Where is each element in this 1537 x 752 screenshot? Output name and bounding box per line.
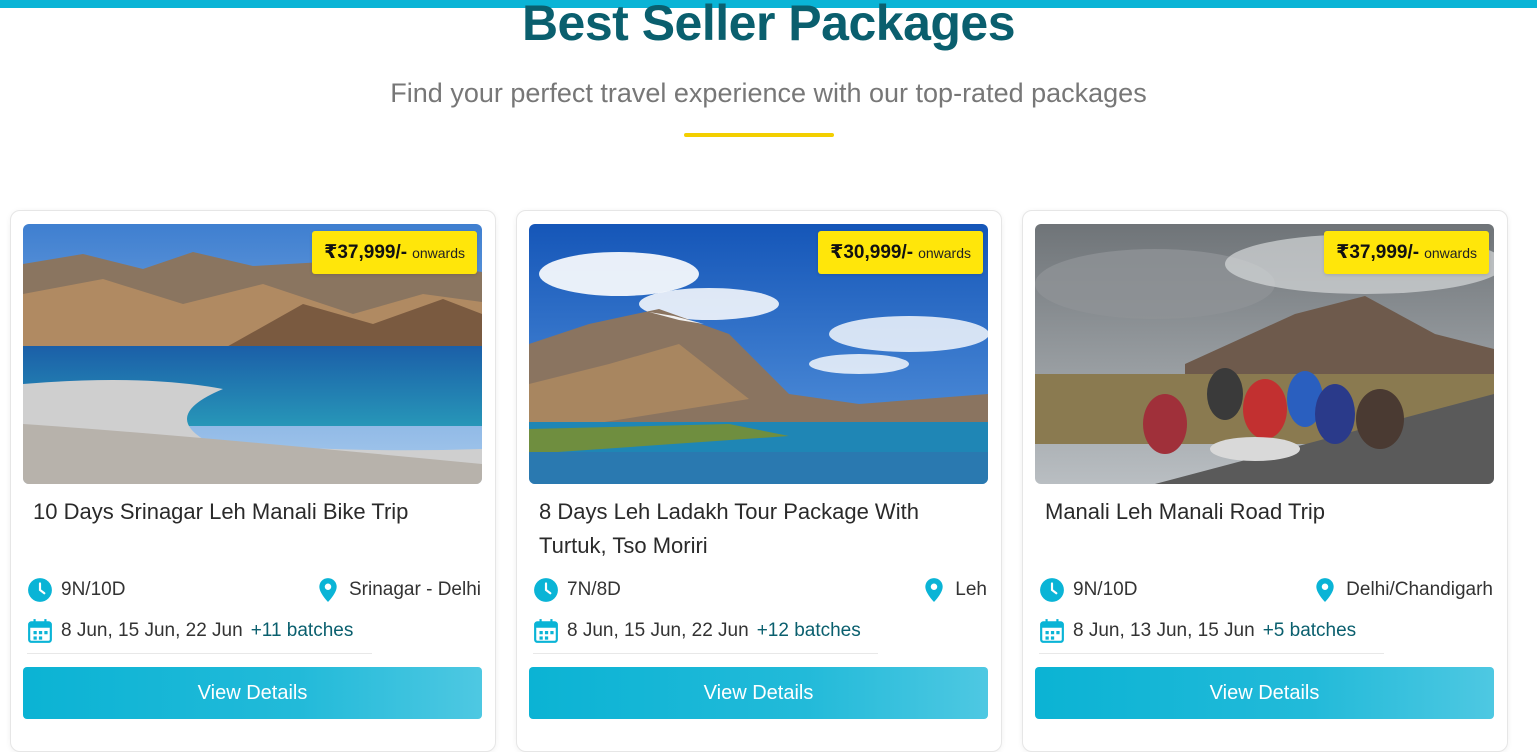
batches-link[interactable]: +5 batches — [1263, 620, 1357, 642]
view-details-button[interactable]: View Details — [1035, 667, 1494, 719]
batches-link[interactable]: +11 batches — [251, 620, 354, 642]
dates-text: 8 Jun, 15 Jun, 22 Jun — [567, 620, 749, 641]
price-badge: ₹37,999/- onwards — [1324, 231, 1489, 274]
duration: 7N/8D — [533, 577, 621, 603]
location: Delhi/Chandigarh — [1312, 577, 1493, 603]
price-amount: ₹37,999/- — [1336, 242, 1420, 263]
duration-text: 9N/10D — [61, 579, 126, 600]
section-heading: Best Seller Packages — [521, 0, 1016, 51]
package-image[interactable]: ₹37,999/- onwards — [23, 224, 482, 484]
clock-icon — [533, 577, 559, 603]
price-suffix: onwards — [918, 244, 971, 261]
package-title[interactable]: 10 Days Srinagar Leh Manali Bike Trip — [33, 495, 463, 529]
duration-text: 7N/8D — [567, 579, 621, 600]
calendar-icon — [27, 618, 53, 644]
calendar-icon — [533, 618, 559, 644]
location: Leh — [921, 577, 987, 603]
duration-text: 9N/10D — [1073, 579, 1138, 600]
heading-underline — [684, 133, 834, 137]
meta-row: 9N/10D Srinagar - Delhi — [27, 575, 481, 605]
dates-row: 8 Jun, 15 Jun, 22 Jun +12 batches — [533, 616, 861, 646]
divider — [27, 653, 372, 654]
package-image[interactable]: ₹30,999/- onwards — [529, 224, 988, 484]
price-suffix: onwards — [412, 244, 465, 261]
price-amount: ₹37,999/- — [324, 242, 408, 263]
package-title[interactable]: Manali Leh Manali Road Trip — [1045, 495, 1475, 529]
map-pin-icon — [1312, 577, 1338, 603]
calendar-icon — [1039, 618, 1065, 644]
dates-row: 8 Jun, 15 Jun, 22 Jun +11 batches — [27, 616, 353, 646]
clock-icon — [1039, 577, 1065, 603]
divider — [1039, 653, 1384, 654]
package-card[interactable]: ₹37,999/- onwards 10 Days Srinagar Leh M… — [10, 210, 496, 752]
dates-text: 8 Jun, 13 Jun, 15 Jun — [1073, 620, 1255, 641]
map-pin-icon — [315, 577, 341, 603]
section-subheading: Find your perfect travel experience with… — [390, 78, 1147, 108]
duration: 9N/10D — [1039, 577, 1137, 603]
divider — [533, 653, 878, 654]
price-suffix: onwards — [1424, 244, 1477, 261]
price-amount: ₹30,999/- — [830, 242, 914, 263]
clock-icon — [27, 577, 53, 603]
meta-row: 7N/8D Leh — [533, 575, 987, 605]
meta-row: 9N/10D Delhi/Chandigarh — [1039, 575, 1493, 605]
view-details-button[interactable]: View Details — [529, 667, 988, 719]
location-text: Srinagar - Delhi — [349, 579, 481, 600]
location-text: Leh — [955, 579, 987, 600]
location-text: Delhi/Chandigarh — [1346, 579, 1493, 600]
location: Srinagar - Delhi — [315, 577, 481, 603]
duration: 9N/10D — [27, 577, 125, 603]
view-details-button[interactable]: View Details — [23, 667, 482, 719]
package-card[interactable]: ₹37,999/- onwards Manali Leh Manali Road… — [1022, 210, 1508, 752]
price-badge: ₹37,999/- onwards — [312, 231, 477, 274]
package-title[interactable]: 8 Days Leh Ladakh Tour Package With Turt… — [539, 495, 969, 563]
map-pin-icon — [921, 577, 947, 603]
dates-row: 8 Jun, 13 Jun, 15 Jun +5 batches — [1039, 616, 1356, 646]
batches-link[interactable]: +12 batches — [757, 620, 861, 642]
package-card[interactable]: ₹30,999/- onwards 8 Days Leh Ladakh Tour… — [516, 210, 1002, 752]
package-image[interactable]: ₹37,999/- onwards — [1035, 224, 1494, 484]
dates-text: 8 Jun, 15 Jun, 22 Jun — [61, 620, 243, 641]
price-badge: ₹30,999/- onwards — [818, 231, 983, 274]
